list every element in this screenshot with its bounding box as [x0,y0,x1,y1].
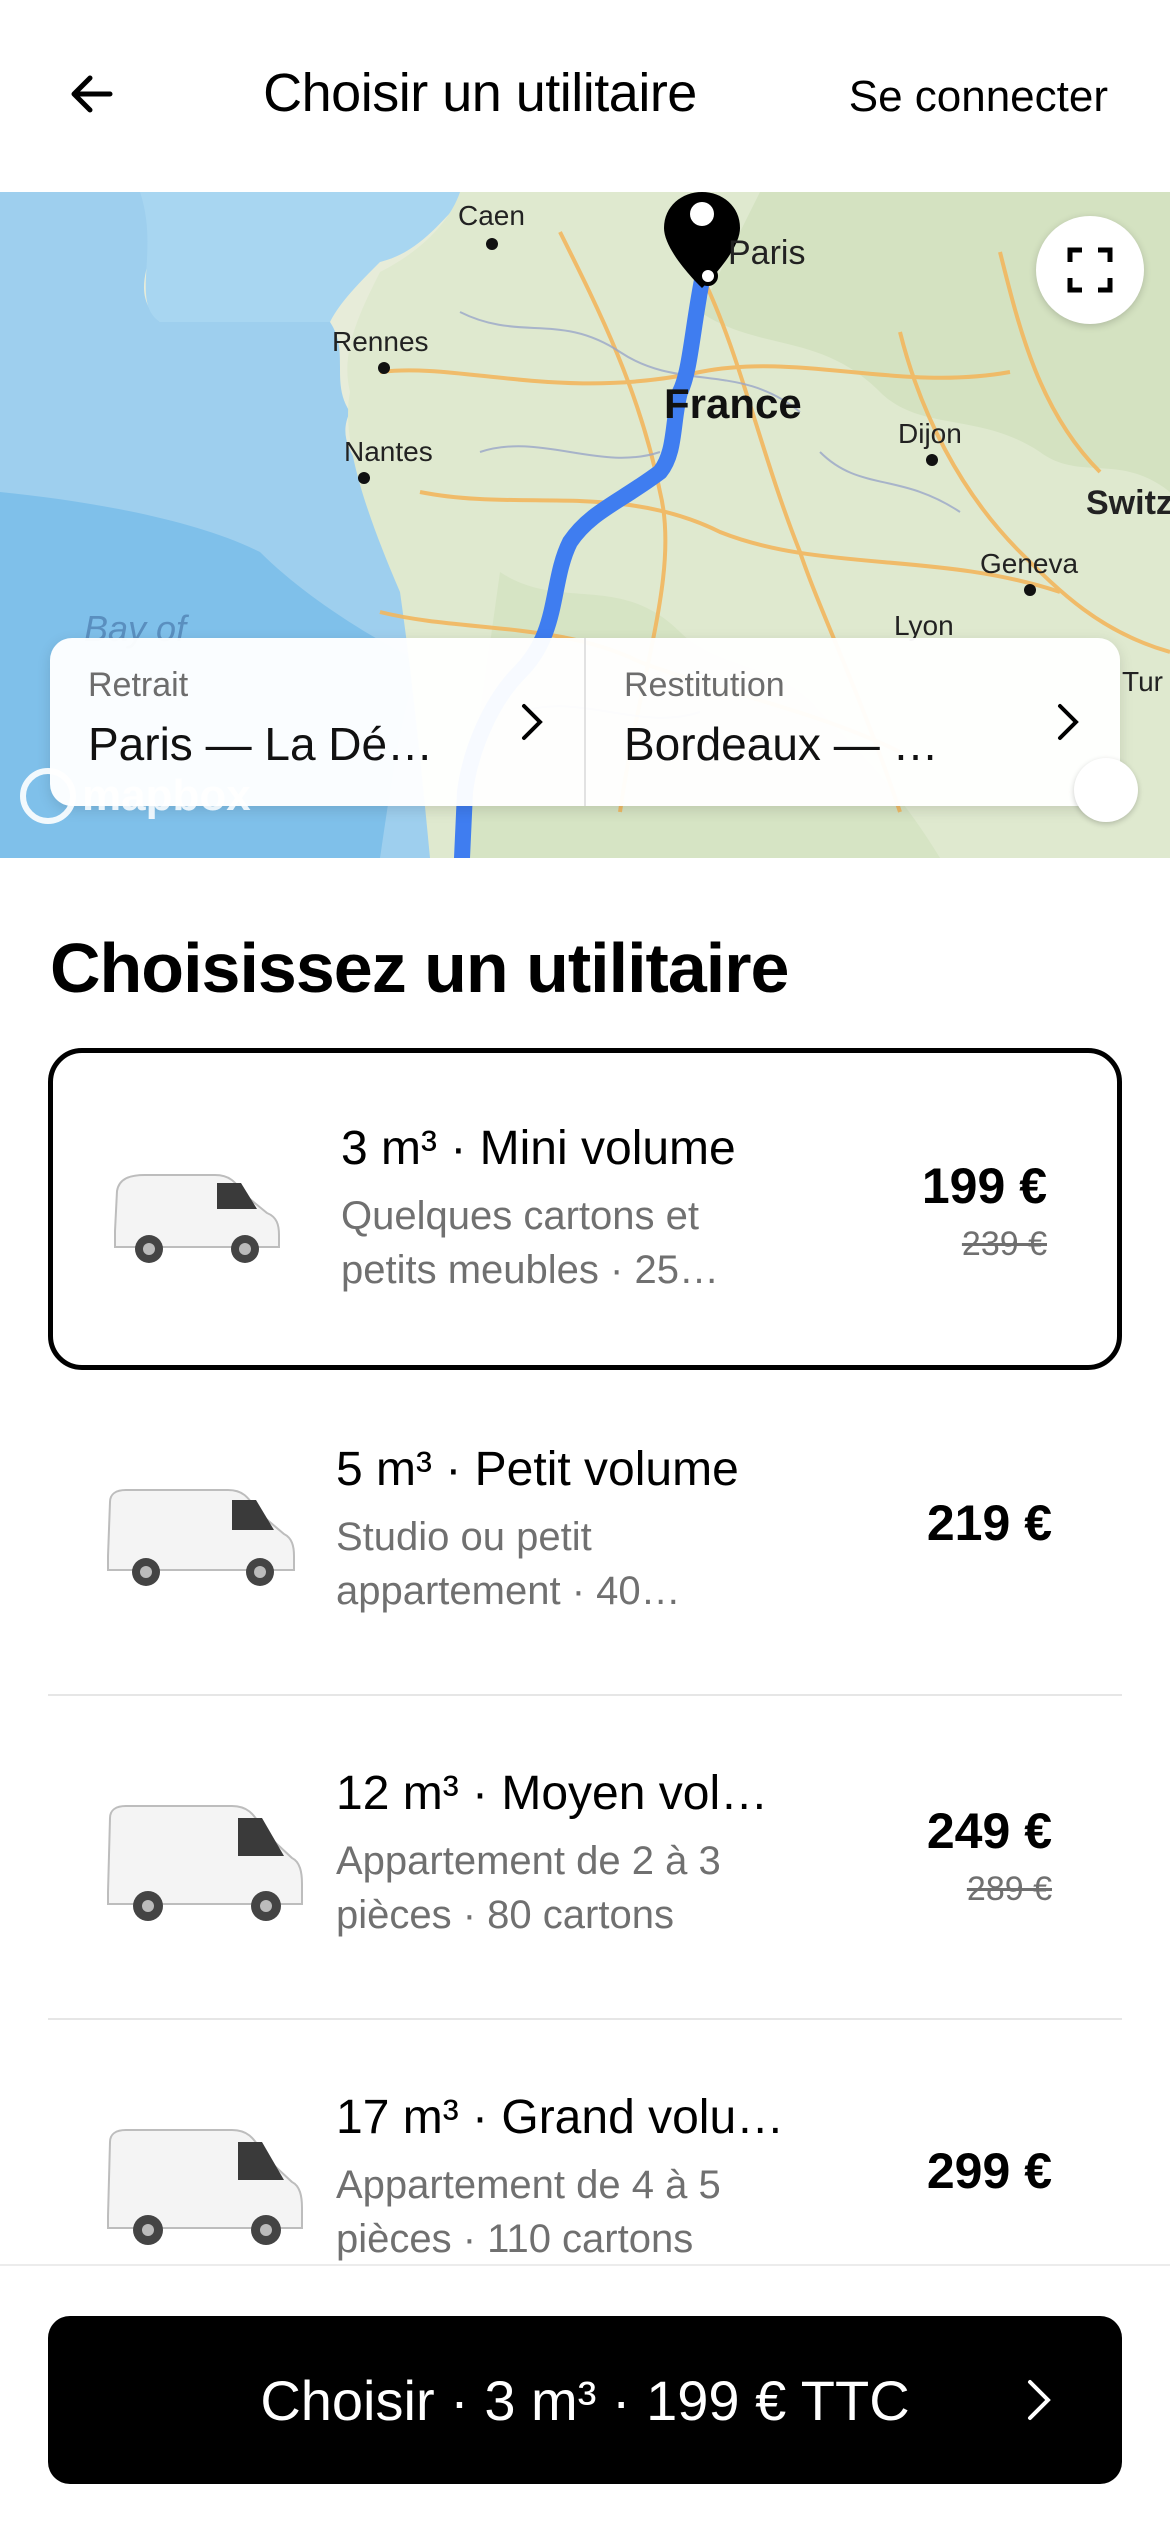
vehicle-name: 12 m³ · Moyen vol… [336,1767,769,1820]
city-dot [358,472,370,484]
page-title: Choisir un utilitaire [263,63,697,123]
map-label-caen: Caen [458,200,525,231]
vehicle-price: 219 € [926,1495,1052,1551]
van-icon [107,1805,303,1921]
van-icon [107,2129,303,2245]
chevron-right-icon [1028,2380,1051,2420]
bottom-bar: Choisir · 3 m³ · 199 € TTC [0,2264,1170,2532]
vehicle-name: 3 m³ · Mini volume [341,1122,736,1175]
van-icon [107,1489,295,1586]
city-dot [378,362,390,374]
city-dot [1024,584,1036,596]
return-label: Restitution [624,666,785,704]
vehicle-option-5m3[interactable]: 5 m³ · Petit volume Studio ou petit appa… [48,1374,1122,1696]
map-label-dijon: Dijon [898,418,962,449]
return-value: Bordeaux — … [624,718,939,770]
chevron-right-icon [522,704,543,740]
mapbox-text: mapbox [82,771,251,820]
pickup-label: Retrait [88,666,189,704]
vehicle-name: 17 m³ · Grand volu… [336,2091,785,2144]
city-dot [926,454,938,466]
login-link[interactable]: Se connecter [849,72,1108,122]
vehicle-option-12m3[interactable]: 12 m³ · Moyen vol… Appartement de 2 à 3 … [48,1698,1122,2020]
vehicle-description: Appartement de 4 à 5 pièces · 110 carton… [336,2163,721,2261]
vehicle-description: Quelques cartons et petits meubles · 25… [341,1194,719,1292]
pickup-value: Paris — La Dé… [88,718,434,770]
map-label-switzerland: Switz [1086,484,1170,522]
chevron-right-icon [1058,704,1079,740]
mapbox-attribution[interactable]: mapbox [20,768,251,824]
vehicle-price: 299 € [926,2143,1052,2199]
section-title: Choisissez un utilitaire [50,929,789,1007]
expand-icon [1067,247,1113,293]
vehicle-price: 249 € [926,1803,1052,1859]
cta-label: Choisir · 3 m³ · 199 € TTC [260,2368,910,2432]
city-dot [486,238,498,250]
return-location[interactable]: Restitution Bordeaux — … [584,638,1120,806]
route-map[interactable]: Caen Paris Rennes France Dijon Nantes Sw… [0,192,1170,858]
vehicle-option-17m3[interactable]: 17 m³ · Grand volu… Appartement de 4 à 5… [48,2022,1122,2264]
choose-vehicle-button[interactable]: Choisir · 3 m³ · 199 € TTC [48,2316,1122,2484]
map-info-button[interactable] [1074,758,1138,822]
vehicle-option-3m3[interactable]: 3 m³ · Mini volume Quelques cartons et p… [48,1048,1122,1370]
app-header: Choisir un utilitaire Se connecter [0,0,1170,192]
vehicle-description: Studio ou petit appartement · 40… [336,1515,681,1613]
map-label-turin: Tur [1122,666,1163,697]
vehicle-old-price: 239 € [961,1225,1047,1263]
vehicle-description: Appartement de 2 à 3 pièces · 80 cartons [336,1839,721,1937]
mapbox-logo-icon [20,768,76,824]
vehicle-list: 3 m³ · Mini volume Quelques cartons et p… [0,1044,1170,2264]
divider [48,1694,1122,1696]
vehicle-name: 5 m³ · Petit volume [336,1443,739,1496]
van-icon [114,1174,280,1263]
map-label-france: France [664,380,802,427]
map-label-nantes: Nantes [344,436,433,467]
map-label-paris: Paris [728,234,806,272]
vehicle-price: 199 € [921,1158,1047,1214]
map-label-rennes: Rennes [332,326,429,357]
divider [48,2018,1122,2020]
fullscreen-button[interactable] [1036,216,1144,324]
map-label-geneva: Geneva [980,548,1079,579]
vehicle-old-price: 289 € [966,1870,1052,1908]
